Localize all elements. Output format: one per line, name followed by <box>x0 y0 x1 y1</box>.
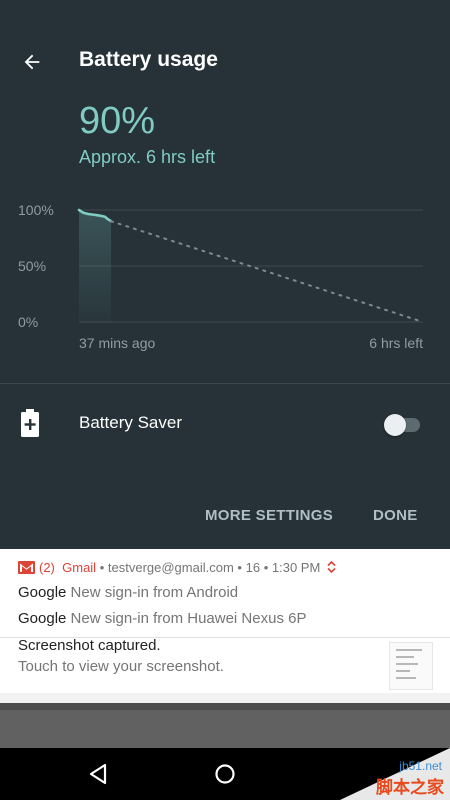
y-tick-label: 50% <box>18 258 46 274</box>
shade-gap <box>0 693 450 703</box>
screenshot-notification[interactable]: Screenshot captured. Touch to view your … <box>0 637 450 694</box>
separator-dot: • <box>263 560 269 575</box>
back-triangle-icon[interactable] <box>85 760 113 788</box>
gmail-message-row[interactable]: Google New sign-in from Android <box>18 584 238 601</box>
gmail-account: testverge@gmail.com <box>107 560 234 575</box>
battery-saver-icon <box>21 409 39 437</box>
battery-saver-label: Battery Saver <box>79 413 182 432</box>
page-title: Battery usage <box>79 48 218 71</box>
x-tick-label: 6 hrs left <box>369 335 423 351</box>
gmail-icon <box>18 561 35 574</box>
more-settings-button[interactable]: MORE SETTINGS <box>205 507 333 524</box>
scrim-edge <box>0 703 450 710</box>
watermark-brand: 脚本之家 <box>376 778 444 797</box>
battery-saver-toggle[interactable] <box>382 413 422 437</box>
gmail-app-name: Gmail <box>62 560 97 575</box>
usage-area <box>79 210 112 322</box>
time-remaining: Approx. 6 hrs left <box>79 147 216 167</box>
screenshot-thumbnail <box>389 642 433 690</box>
toggle-thumb <box>384 414 406 436</box>
projected-usage-line <box>110 220 424 323</box>
expand-chevron-icon[interactable] <box>327 560 336 574</box>
battery-panel: Battery usage 90% Approx. 6 hrs left 100… <box>0 0 450 548</box>
separator-dot: • <box>99 560 105 575</box>
battery-percent: 90% <box>79 100 156 142</box>
home-circle-icon[interactable] <box>211 760 239 788</box>
gmail-number: 16 <box>245 560 261 575</box>
arrow-back-icon <box>24 54 40 70</box>
gmail-notification-header: (2) Gmail • testverge@gmail.com • 16 • 1… <box>18 560 336 575</box>
y-tick-label: 0% <box>18 314 38 330</box>
back-button[interactable] <box>14 44 50 80</box>
done-button[interactable]: DONE <box>373 507 418 524</box>
gmail-message-row[interactable]: Google New sign-in from Huawei Nexus 6P <box>18 610 306 627</box>
watermark-domain: jb51.net <box>399 759 442 773</box>
message-sender: Google <box>18 584 67 601</box>
battery-usage-chart: 100% 50% 0% 37 mins ago 6 hrs left <box>18 202 424 351</box>
separator-dot: • <box>237 560 242 575</box>
x-tick-label: 37 mins ago <box>79 335 155 351</box>
screenshot-title: Screenshot captured. <box>18 637 161 654</box>
message-text: New sign-in from Huawei Nexus 6P <box>70 610 307 627</box>
y-tick-label: 100% <box>18 202 54 218</box>
screen: Battery usage 90% Approx. 6 hrs left 100… <box>0 0 450 800</box>
gmail-time: 1:30 PM <box>271 560 321 575</box>
screenshot-subtitle: Touch to view your screenshot. <box>18 658 224 675</box>
divider <box>0 383 450 384</box>
gmail-notification[interactable]: (2) Gmail • testverge@gmail.com • 16 • 1… <box>0 549 450 637</box>
watermark: jb51.net 脚本之家 <box>320 748 450 800</box>
gmail-count: (2) <box>39 560 55 575</box>
message-sender: Google <box>18 610 67 627</box>
navigation-bar: jb51.net 脚本之家 <box>0 748 450 800</box>
message-text: New sign-in from Android <box>70 584 239 601</box>
